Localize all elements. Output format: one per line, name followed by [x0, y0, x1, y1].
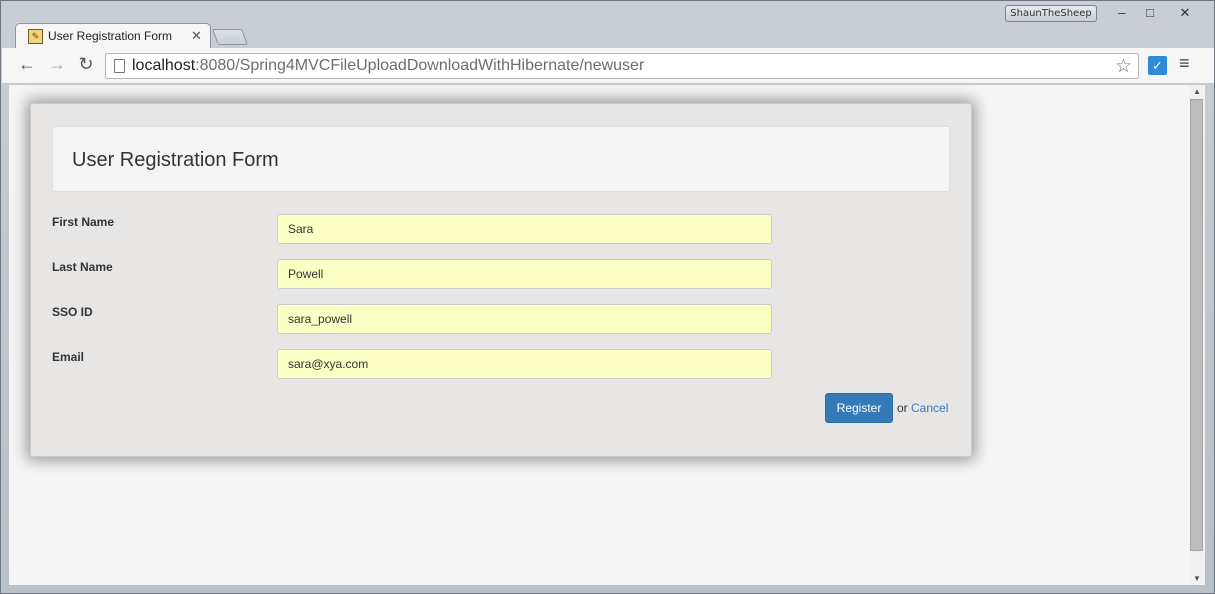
panel-heading: User Registration Form — [52, 126, 950, 192]
browser-toolbar: ← → ↻ localhost:8080/Spring4MVCFileUploa… — [2, 48, 1214, 84]
new-tab-button[interactable] — [212, 29, 248, 45]
hamburger-menu-icon[interactable]: ≡ — [1179, 53, 1190, 74]
page-viewport: User Registration Form First Name Sara L… — [9, 85, 1189, 585]
profile-button[interactable]: ShaunTheSheep — [1005, 5, 1097, 22]
registration-panel: User Registration Form First Name Sara L… — [30, 103, 972, 457]
scrollbar-thumb[interactable] — [1190, 99, 1203, 551]
url-text[interactable]: localhost:8080/Spring4MVCFileUploadDownl… — [132, 57, 644, 75]
forward-arrow-icon[interactable]: → — [46, 54, 68, 75]
close-window-button[interactable]: ✕ — [1163, 4, 1207, 22]
email-field[interactable]: sara@xya.com — [277, 349, 772, 379]
scroll-down-icon[interactable]: ▼ — [1193, 574, 1201, 583]
register-button[interactable]: Register — [825, 393, 893, 423]
scroll-up-icon[interactable]: ▲ — [1193, 87, 1201, 96]
first-name-field[interactable]: Sara — [277, 214, 772, 244]
bookmark-star-icon[interactable]: ☆ — [1115, 55, 1132, 78]
extension-check-icon[interactable]: ✓ — [1148, 56, 1167, 75]
maximize-button[interactable]: □ — [1135, 4, 1165, 22]
url-path: :8080/Spring4MVCFileUploadDownloadWithHi… — [195, 57, 645, 74]
first-name-label: First Name — [52, 215, 115, 229]
cancel-link[interactable]: Cancel — [911, 401, 948, 415]
address-bar[interactable]: localhost:8080/Spring4MVCFileUploadDownl… — [105, 53, 1139, 79]
minimize-button[interactable]: – — [1107, 4, 1137, 22]
url-host: localhost — [132, 57, 196, 74]
reload-icon[interactable]: ↻ — [75, 54, 97, 75]
tab-title: User Registration Form — [48, 29, 173, 43]
close-tab-icon[interactable]: ✕ — [191, 28, 202, 44]
browser-tab[interactable]: ✎ User Registration Form ✕ — [15, 23, 211, 49]
vertical-scrollbar[interactable]: ▲ ▼ — [1189, 85, 1205, 585]
page-title: User Registration Form — [72, 149, 279, 171]
page-icon — [114, 59, 125, 73]
or-text: or — [897, 401, 908, 415]
last-name-label: Last Name — [52, 260, 113, 274]
sso-id-label: SSO ID — [52, 305, 93, 319]
browser-window: ShaunTheSheep – □ ✕ ✎ User Registration … — [0, 0, 1215, 594]
back-arrow-icon[interactable]: ← — [16, 54, 38, 75]
last-name-field[interactable]: Powell — [277, 259, 772, 289]
favicon-icon: ✎ — [28, 29, 43, 44]
sso-id-field[interactable]: sara_powell — [277, 304, 772, 334]
email-label: Email — [52, 350, 85, 364]
